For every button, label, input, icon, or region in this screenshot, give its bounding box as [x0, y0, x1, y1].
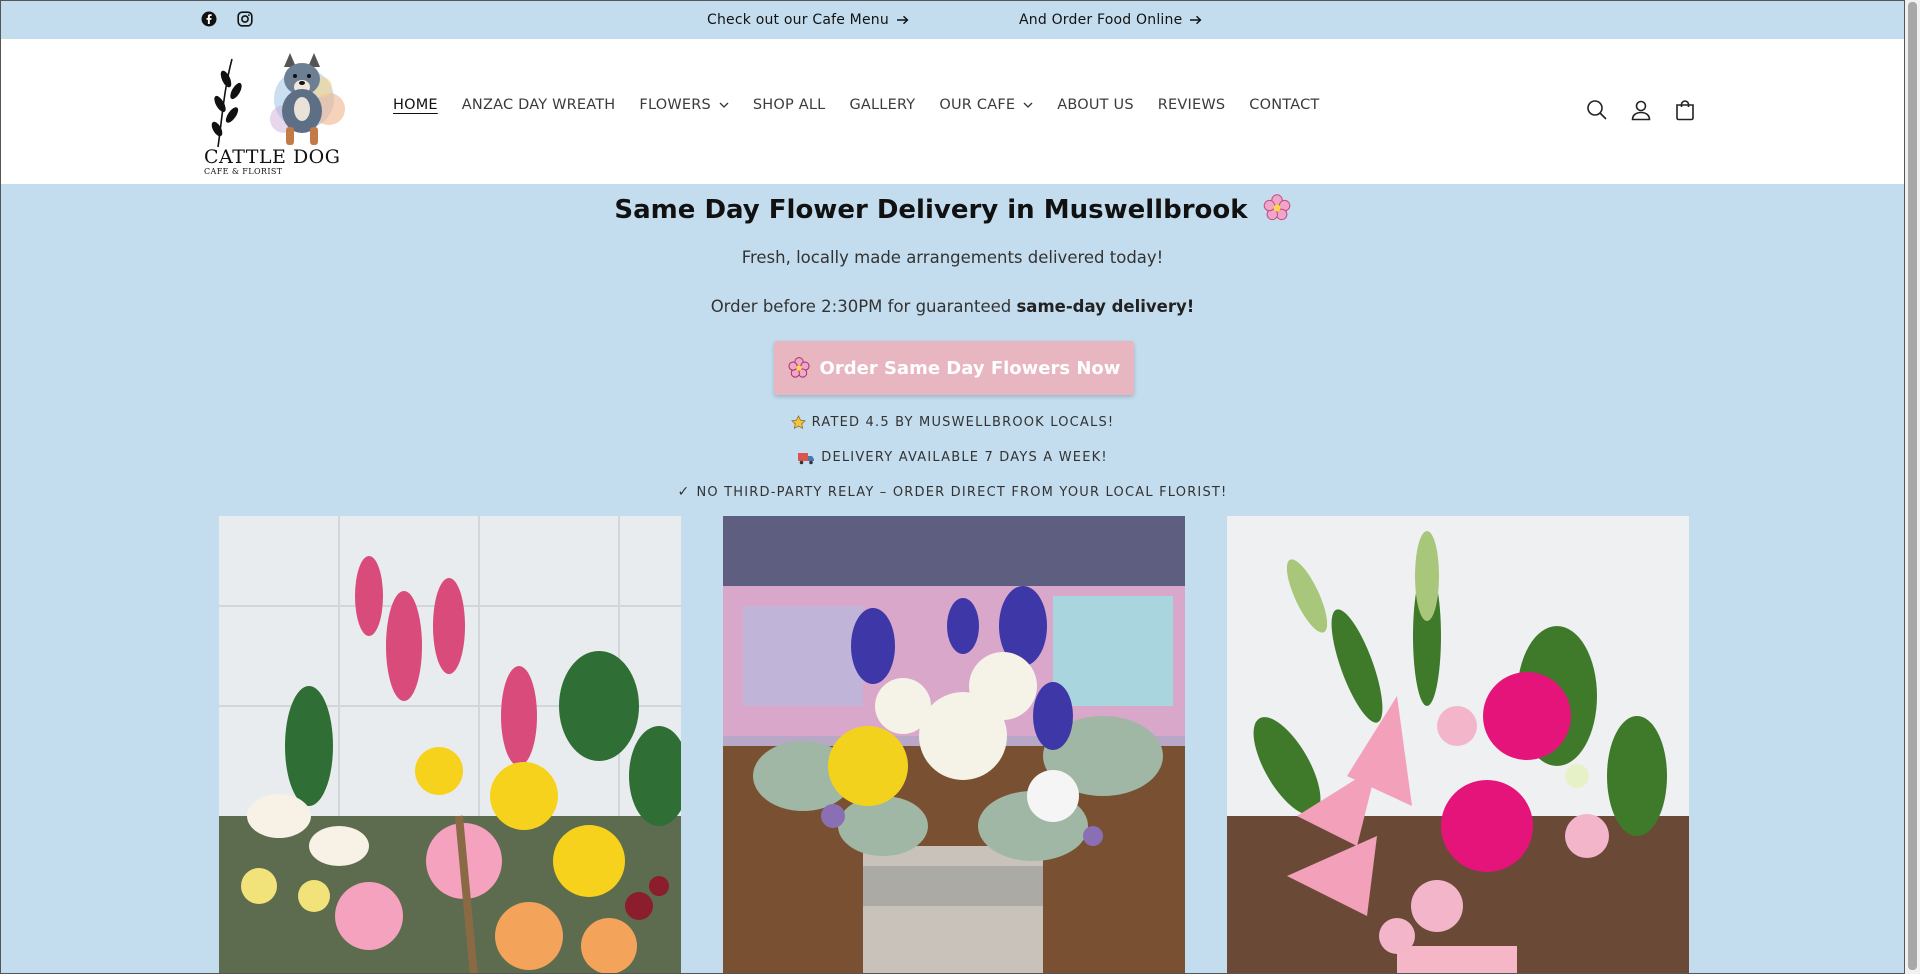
logo-line2: CAFE & FLORIST [204, 167, 283, 176]
header-actions [1586, 99, 1696, 121]
rating-badge: RATED 4.5 BY MUSWELLBROOK LOCALS! [1, 415, 1904, 430]
instagram-icon[interactable] [237, 11, 253, 27]
nav-reviews[interactable]: REVIEWS [1158, 97, 1226, 113]
no-relay-badge: ✓ NO THIRD-PARTY RELAY – ORDER DIRECT FR… [1, 484, 1904, 500]
order-now-label: Order Same Day Flowers Now [819, 357, 1121, 379]
order-prefix: Order before 2:30PM for guaranteed [710, 297, 1017, 316]
hero-order-line: Order before 2:30PM for guaranteed same-… [1, 297, 1904, 316]
site-header: CATTLE DOG CAFE & FLORIST HOME ANZAC DAY… [1, 39, 1904, 184]
delivery-truck-icon [798, 452, 815, 464]
hero-subtitle: Fresh, locally made arrangements deliver… [741, 248, 1164, 267]
nav-label: ANZAC DAY WREATH [461, 97, 616, 113]
announcement-bar: Check out our Cafe Menu And Order Food O… [1, 1, 1904, 39]
cart-icon[interactable] [1674, 99, 1696, 121]
logo-line1: CATTLE DOG [204, 146, 341, 168]
facebook-icon[interactable] [201, 11, 217, 27]
nav-label: OUR CAFE [939, 97, 1016, 113]
nav-contact[interactable]: CONTACT [1249, 97, 1319, 113]
nav-label: FLOWERS [639, 97, 711, 113]
arrow-right-icon [1190, 15, 1202, 25]
cafe-menu-link[interactable]: Check out our Cafe Menu [707, 12, 909, 28]
order-bold: same-day delivery! [1016, 297, 1195, 316]
product-card-1[interactable] [219, 516, 681, 973]
product-image [219, 516, 681, 973]
social-links [201, 11, 253, 27]
nav-our-cafe[interactable]: OUR CAFE [939, 97, 1033, 113]
star-icon [790, 415, 806, 430]
delivery-badge: DELIVERY AVAILABLE 7 DAYS A WEEK! [1, 450, 1904, 465]
chevron-down-icon [1023, 102, 1033, 108]
nav-gallery[interactable]: GALLERY [849, 97, 915, 113]
nav-label: ABOUT US [1057, 97, 1134, 113]
product-image [723, 516, 1185, 973]
cafe-menu-label: Check out our Cafe Menu [707, 12, 889, 28]
delivery-text: DELIVERY AVAILABLE 7 DAYS A WEEK! [821, 450, 1108, 465]
chevron-down-icon [719, 102, 729, 108]
logo-wordmark[interactable]: CATTLE DOG CAFE & FLORIST [204, 147, 340, 176]
nav-shop-all[interactable]: SHOP ALL [753, 97, 826, 113]
nav-home[interactable]: HOME [393, 97, 438, 113]
hero-title-row: Same Day Flower Delivery in Muswellbrook [1, 194, 1904, 225]
logo-illustration [211, 53, 345, 148]
nav-flowers[interactable]: FLOWERS [639, 97, 729, 113]
nav-label: REVIEWS [1157, 97, 1226, 113]
nav-label: SHOP ALL [752, 97, 826, 113]
nav-about-us[interactable]: ABOUT US [1057, 97, 1134, 113]
nav-label: CONTACT [1249, 97, 1320, 113]
order-food-link[interactable]: And Order Food Online [1019, 12, 1202, 28]
order-now-button[interactable]: Order Same Day Flowers Now [774, 341, 1134, 395]
product-card-3[interactable] [1227, 516, 1689, 973]
browser-viewport: Check out our Cafe Menu And Order Food O… [0, 0, 1905, 974]
nav-anzac-day-wreath[interactable]: ANZAC DAY WREATH [462, 97, 616, 113]
product-card-2[interactable] [723, 516, 1185, 973]
arrow-right-icon [896, 15, 909, 25]
checkmark-icon: ✓ [677, 484, 691, 500]
nav-label: GALLERY [849, 97, 916, 113]
scrollbar-thumb[interactable] [1908, 2, 1917, 970]
blossom-icon [788, 357, 810, 378]
main-nav: HOME ANZAC DAY WREATH FLOWERS SHOP ALL G… [393, 97, 1343, 113]
account-icon[interactable] [1630, 99, 1652, 121]
hero-title: Same Day Flower Delivery in Muswellbrook [614, 195, 1248, 225]
rating-text: RATED 4.5 BY MUSWELLBROOK LOCALS! [811, 415, 1115, 430]
order-food-label: And Order Food Online [1019, 12, 1183, 28]
product-image [1227, 516, 1689, 973]
no-relay-text: NO THIRD-PARTY RELAY – ORDER DIRECT FROM… [696, 484, 1228, 500]
blossom-icon [1263, 194, 1290, 221]
search-icon[interactable] [1586, 99, 1608, 121]
nav-label: HOME [393, 97, 438, 113]
